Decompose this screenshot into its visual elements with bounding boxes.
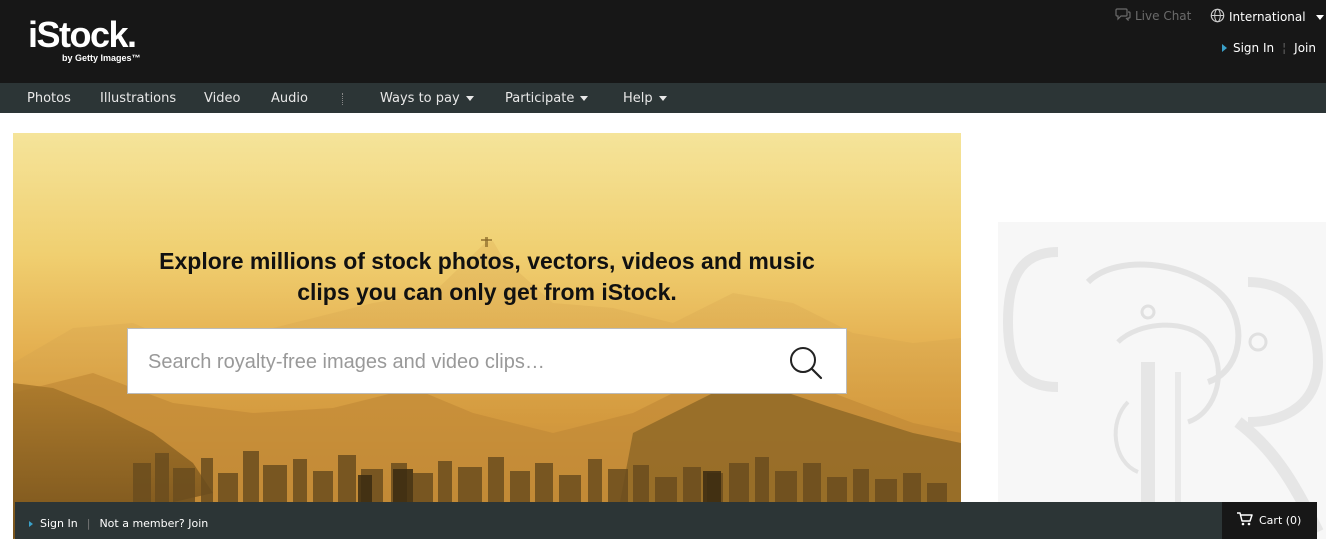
nav-ways-to-pay-label: Ways to pay bbox=[380, 91, 460, 106]
footer-account-links: Sign In | Not a member? Join bbox=[29, 517, 208, 530]
international-label: International bbox=[1229, 10, 1306, 24]
header: iStock. by Getty Images™ Live Chat Inter… bbox=[0, 0, 1326, 83]
logo-tagline: by Getty Images™ bbox=[62, 53, 141, 63]
logo-wordmark: iStock. bbox=[28, 14, 137, 55]
nav-divider bbox=[342, 93, 343, 105]
search-icon[interactable] bbox=[788, 345, 824, 381]
nav-help[interactable]: Help bbox=[623, 91, 667, 106]
international-selector[interactable]: International bbox=[1210, 8, 1324, 26]
ornament-illustration bbox=[1002, 247, 1324, 535]
chevron-down-icon bbox=[1315, 14, 1324, 20]
nav-video[interactable]: Video bbox=[204, 91, 240, 106]
cart-icon bbox=[1236, 512, 1253, 529]
chevron-down-icon bbox=[658, 96, 667, 101]
nav-help-label: Help bbox=[623, 91, 653, 106]
join-link[interactable]: Join bbox=[1294, 41, 1316, 55]
sign-in-link[interactable]: Sign In bbox=[1233, 41, 1274, 55]
nav-audio[interactable]: Audio bbox=[271, 91, 308, 106]
footer-join-link[interactable]: Not a member? Join bbox=[99, 517, 208, 530]
chevron-down-icon bbox=[580, 96, 589, 101]
nav-ways-to-pay[interactable]: Ways to pay bbox=[380, 91, 474, 106]
footer-sign-in-link[interactable]: Sign In bbox=[40, 517, 78, 530]
decorative-panel bbox=[998, 222, 1326, 539]
hero-headline: Explore millions of stock photos, vector… bbox=[159, 248, 815, 305]
sticky-footer-bar: Sign In | Not a member? Join Cart (0) bbox=[15, 502, 1317, 539]
live-chat-link[interactable]: Live Chat bbox=[1115, 8, 1191, 24]
nav-illustrations[interactable]: Illustrations bbox=[100, 91, 176, 106]
hero-banner: Explore millions of stock photos, vector… bbox=[13, 133, 961, 539]
search-input[interactable] bbox=[148, 347, 768, 377]
account-links: Sign In ¦ Join bbox=[1221, 41, 1316, 55]
main-nav: Photos Illustrations Video Audio Ways to… bbox=[0, 83, 1326, 113]
divider: | bbox=[86, 517, 91, 530]
globe-icon bbox=[1210, 8, 1225, 26]
cart-button[interactable]: Cart (0) bbox=[1222, 502, 1317, 539]
arrow-right-icon bbox=[1221, 44, 1227, 52]
search-box bbox=[127, 328, 847, 394]
nav-participate[interactable]: Participate bbox=[505, 91, 589, 106]
live-chat-label: Live Chat bbox=[1135, 9, 1192, 23]
nav-participate-label: Participate bbox=[505, 91, 575, 106]
chat-bubble-icon bbox=[1115, 8, 1131, 24]
divider: ¦ bbox=[1282, 41, 1287, 55]
cart-label: Cart (0) bbox=[1259, 514, 1302, 527]
istock-logo[interactable]: iStock. by Getty Images™ bbox=[28, 14, 141, 64]
arrow-right-icon bbox=[29, 520, 33, 527]
nav-photos[interactable]: Photos bbox=[27, 91, 71, 106]
chevron-down-icon bbox=[465, 96, 474, 101]
